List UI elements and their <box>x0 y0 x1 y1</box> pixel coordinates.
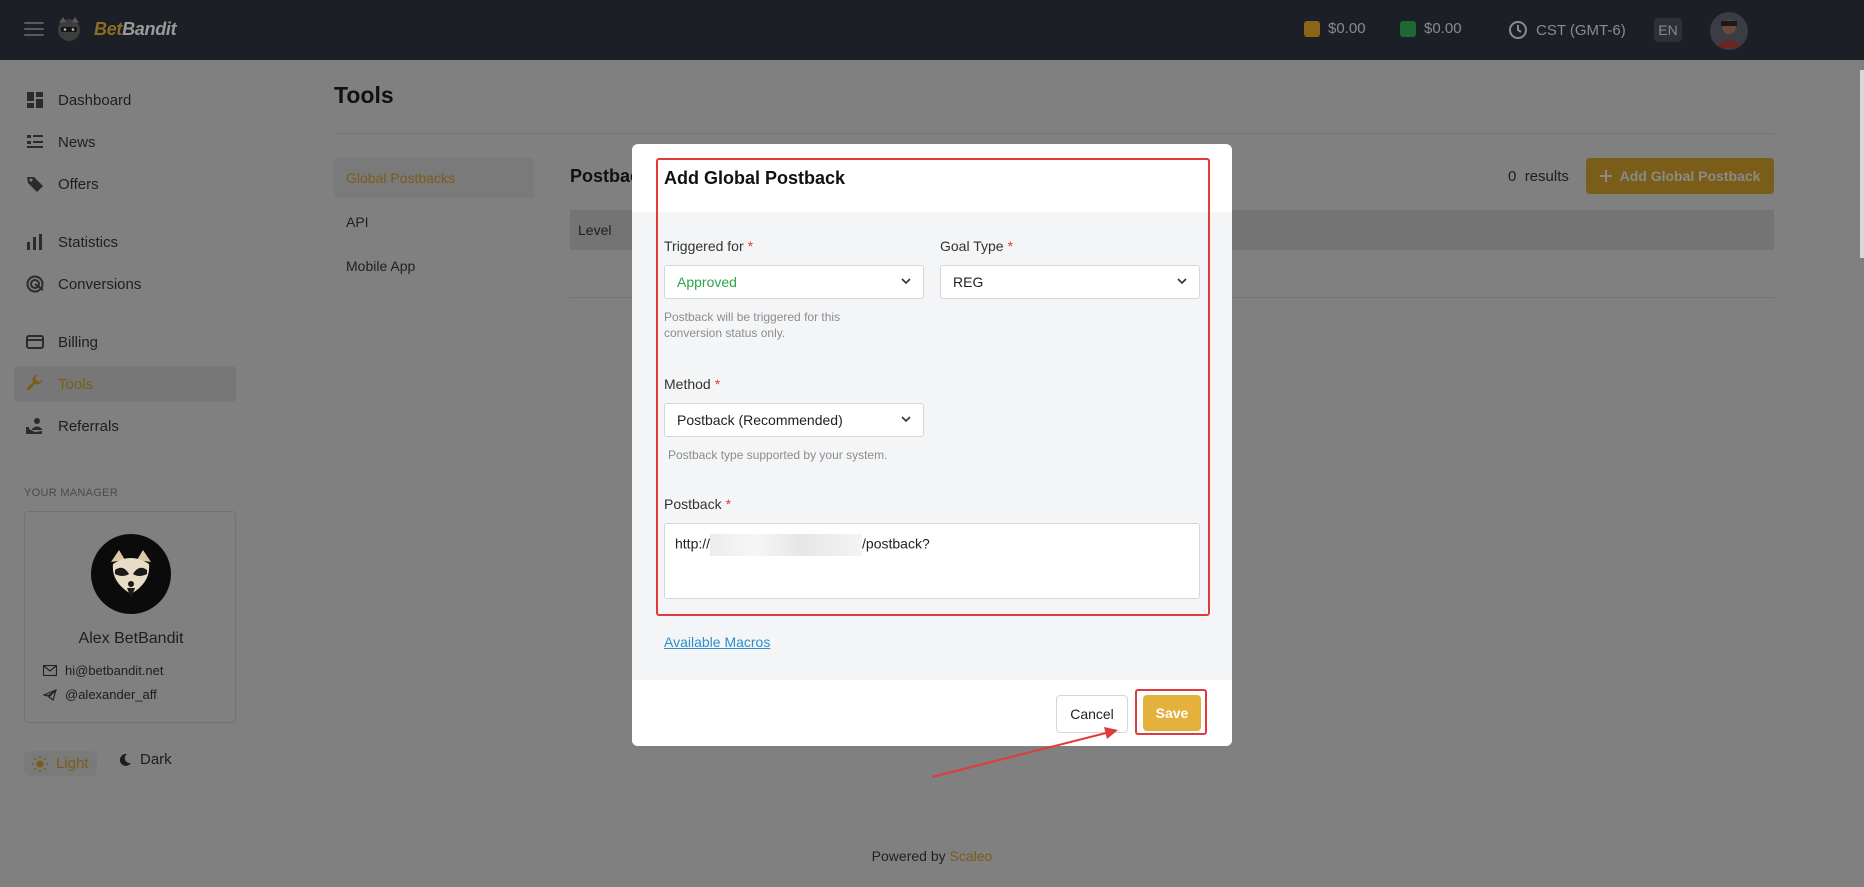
results-count: 0 results <box>1508 168 1569 185</box>
powered-brand-link[interactable]: Scaleo <box>950 848 993 864</box>
referrals-icon <box>26 417 44 435</box>
highlight-save-button <box>1135 689 1207 735</box>
subnav-api[interactable]: API <box>334 202 534 242</box>
theme-dark-label: Dark <box>140 751 172 768</box>
sidebar-item-statistics[interactable]: Statistics <box>14 224 236 260</box>
manager-telegram[interactable]: @alexander_aff <box>43 687 157 702</box>
sidebar-item-news[interactable]: News <box>14 124 236 160</box>
manager-name: Alex BetBandit <box>78 630 184 647</box>
column-level: Level <box>578 222 612 238</box>
sidebar-item-label: Billing <box>58 333 99 351</box>
manager-telegram-text: @alexander_aff <box>65 687 157 702</box>
sidebar-item-billing[interactable]: Billing <box>14 324 236 360</box>
balance-2[interactable]: $0.00 <box>1400 20 1462 37</box>
manager-avatar <box>91 534 171 614</box>
manager-section-title: YOUR MANAGER <box>24 487 119 499</box>
brand-name-part1: Bet <box>94 18 123 39</box>
user-avatar-icon <box>1716 20 1742 48</box>
manager-email-text: hi@betbandit.net <box>65 663 164 678</box>
timezone[interactable]: CST (GMT-6) <box>1508 20 1626 40</box>
theme-light-button[interactable]: Light <box>24 751 97 776</box>
sidebar-item-label: Conversions <box>58 275 142 293</box>
sidebar-item-label: Referrals <box>58 417 119 435</box>
sidebar-item-dashboard[interactable]: Dashboard <box>14 82 236 118</box>
powered-prefix: Powered by <box>871 848 946 864</box>
sidebar-item-offers[interactable]: Offers <box>14 166 236 202</box>
dashboard-icon <box>26 91 44 109</box>
results-label: results <box>1524 168 1569 185</box>
timezone-value: CST (GMT-6) <box>1536 21 1626 39</box>
raccoon-logo-icon <box>58 17 80 41</box>
page-title: Tools <box>334 82 394 108</box>
bar-chart-icon <box>26 233 44 251</box>
sun-icon <box>32 755 48 772</box>
sidebar-item-label: Offers <box>58 175 99 193</box>
moon-icon <box>119 753 131 766</box>
balance-1-value: $0.00 <box>1328 20 1366 37</box>
scrollbar-thumb[interactable] <box>1860 70 1864 258</box>
sidebar-item-conversions[interactable]: Conversions <box>14 266 236 302</box>
wallet-icon <box>1304 20 1320 37</box>
theme-dark-button[interactable]: Dark <box>118 751 172 768</box>
logo-area: BetBandit <box>24 14 177 44</box>
sidebar-item-label: Statistics <box>58 233 119 251</box>
brand-name-part2: Bandit <box>122 18 177 39</box>
manager-card: Alex BetBandit hi@betbandit.net @alexand… <box>24 511 236 723</box>
results-number: 0 <box>1508 168 1517 185</box>
theme-light-label: Light <box>56 755 89 772</box>
target-icon <box>26 275 44 293</box>
topbar: BetBandit $0.00 $0.00 CST (GMT-6) EN <box>0 0 1864 60</box>
add-global-postback-button[interactable]: Add Global Postback <box>1586 158 1774 194</box>
clock-icon <box>1509 21 1527 39</box>
mail-icon <box>43 665 57 676</box>
sidebar-item-label: Dashboard <box>58 91 132 109</box>
sidebar-item-referrals[interactable]: Referrals <box>14 408 236 444</box>
footer-powered-by: Powered by Scaleo <box>0 848 1864 864</box>
manager-email[interactable]: hi@betbandit.net <box>43 663 164 678</box>
sidebar: Dashboard News Offers Statistics Convers… <box>0 60 250 887</box>
news-icon <box>26 133 44 151</box>
brand-name[interactable]: BetBandit <box>94 18 177 40</box>
available-macros-link[interactable]: Available Macros <box>664 634 770 650</box>
highlight-form-fields <box>656 158 1210 616</box>
plus-icon <box>1599 170 1612 182</box>
language-switch[interactable]: EN <box>1654 18 1682 42</box>
title-divider <box>334 133 1774 134</box>
balance-2-value: $0.00 <box>1424 20 1462 37</box>
add-button-label: Add Global Postback <box>1619 168 1761 184</box>
user-avatar[interactable] <box>1710 12 1748 50</box>
telegram-icon <box>43 688 57 701</box>
sidebar-item-label: News <box>58 133 96 151</box>
cancel-button[interactable]: Cancel <box>1056 695 1128 733</box>
subnav-global-postbacks[interactable]: Global Postbacks <box>334 158 534 198</box>
sidebar-item-label: Tools <box>58 375 94 393</box>
subnav-mobile-app[interactable]: Mobile App <box>334 246 534 286</box>
sidebar-item-tools[interactable]: Tools <box>14 366 236 402</box>
wrench-icon <box>26 375 44 393</box>
balance-1[interactable]: $0.00 <box>1304 20 1366 37</box>
raccoon-icon <box>111 550 151 598</box>
tag-icon <box>26 175 44 193</box>
section-title: Postbac <box>570 166 641 186</box>
credit-card-icon <box>26 333 44 351</box>
wallet-icon <box>1400 20 1416 37</box>
menu-icon[interactable] <box>24 22 44 36</box>
